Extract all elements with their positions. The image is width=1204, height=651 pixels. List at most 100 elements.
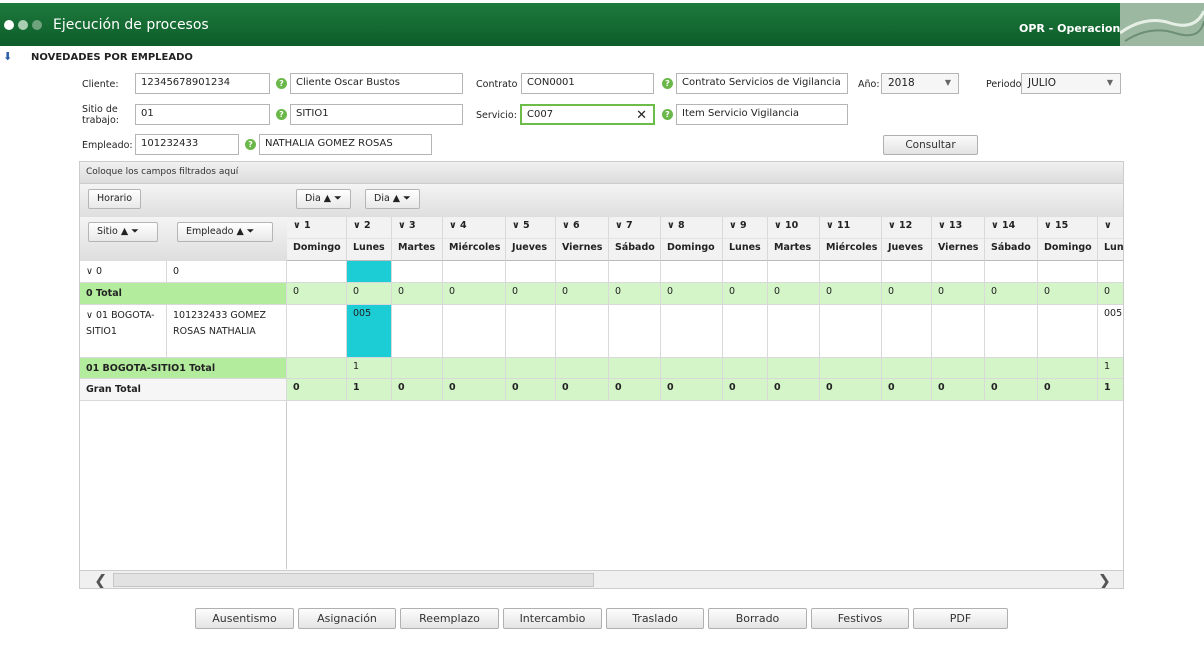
pivot-cell[interactable] <box>392 305 443 358</box>
column-day-number[interactable]: ∨ 7 <box>609 217 661 239</box>
pivot-cell[interactable]: 0 <box>932 379 985 401</box>
cliente-help-icon[interactable]: ? <box>276 78 287 89</box>
pivot-cell[interactable]: 1 <box>347 358 392 379</box>
periodo-select[interactable]: JULIO ▼ <box>1021 73 1121 94</box>
pivot-cell[interactable]: 0 <box>443 379 506 401</box>
pivot-cell[interactable] <box>768 305 820 358</box>
pivot-cell[interactable]: 1 <box>347 379 392 401</box>
pivot-cell[interactable] <box>820 358 882 379</box>
pivot-cell[interactable] <box>661 358 723 379</box>
pivot-cell[interactable] <box>287 261 347 283</box>
horario-field[interactable]: Horario <box>88 189 142 209</box>
column-day-number[interactable]: ∨ 2 <box>347 217 392 239</box>
pivot-cell[interactable]: 0 <box>1038 283 1098 305</box>
pivot-cell[interactable] <box>723 305 768 358</box>
pivot-cell[interactable]: 0 <box>609 283 661 305</box>
pivot-cell[interactable] <box>932 305 985 358</box>
borrado-button[interactable]: Borrado <box>708 608 807 629</box>
pivot-cell[interactable] <box>985 358 1038 379</box>
cliente-input[interactable]: 12345678901234 <box>135 73 270 94</box>
pivot-cell[interactable] <box>882 261 932 283</box>
pivot-cell[interactable]: 0 <box>661 283 723 305</box>
clear-icon[interactable]: ✕ <box>636 108 647 123</box>
pivot-cell[interactable]: 0 <box>985 283 1038 305</box>
dia-field-1[interactable]: Dia ▲ ⏷ <box>296 189 351 209</box>
pivot-cell[interactable] <box>723 261 768 283</box>
sitio-input[interactable]: 01 <box>135 104 270 125</box>
pivot-cell[interactable]: 0 <box>1038 379 1098 401</box>
dia-field-2[interactable]: Dia ▲ ⏷ <box>365 189 420 209</box>
pivot-cell[interactable] <box>1098 261 1123 283</box>
pivot-cell[interactable] <box>985 305 1038 358</box>
pivot-cell[interactable] <box>768 261 820 283</box>
pivot-cell[interactable]: 1 <box>1098 358 1123 379</box>
pivot-cell[interactable]: 0 <box>768 379 820 401</box>
pivot-cell[interactable]: 0 <box>820 379 882 401</box>
traslado-button[interactable]: Traslado <box>606 608 704 629</box>
pivot-cell[interactable]: 0 <box>723 283 768 305</box>
consultar-button[interactable]: Consultar <box>883 135 978 155</box>
empleado-help-icon[interactable]: ? <box>245 139 256 150</box>
column-day-number[interactable]: ∨ 11 <box>820 217 882 239</box>
pivot-cell[interactable]: 0 <box>1098 283 1123 305</box>
servicio-input[interactable]: C007 ✕ <box>520 104 655 125</box>
column-day-number[interactable]: ∨ 9 <box>723 217 768 239</box>
filter-icon[interactable]: ⏷ <box>247 226 255 237</box>
pivot-cell[interactable]: 0 <box>287 379 347 401</box>
pivot-cell[interactable]: 0 <box>347 283 392 305</box>
pivot-cell[interactable] <box>506 261 556 283</box>
pivot-cell[interactable] <box>287 358 347 379</box>
servicio-help-icon[interactable]: ? <box>662 109 673 120</box>
column-day-number[interactable]: ∨ 5 <box>506 217 556 239</box>
pdf-button[interactable]: PDF <box>913 608 1008 629</box>
pivot-cell[interactable] <box>392 261 443 283</box>
pivot-cell[interactable]: 0 <box>506 283 556 305</box>
contrato-help-icon[interactable]: ? <box>662 78 673 89</box>
column-day-number[interactable]: ∨ 1 <box>287 217 347 239</box>
pivot-cell[interactable] <box>347 261 392 283</box>
pivot-cell[interactable] <box>932 358 985 379</box>
pivot-cell[interactable]: 0 <box>392 283 443 305</box>
column-day-number[interactable]: ∨ 15 <box>1038 217 1098 239</box>
pivot-cell[interactable] <box>932 261 985 283</box>
pivot-cell[interactable] <box>1038 305 1098 358</box>
pivot-cell[interactable]: 0 <box>661 379 723 401</box>
pivot-cell[interactable] <box>609 305 661 358</box>
ausentismo-button[interactable]: Ausentismo <box>195 608 294 629</box>
pivot-cell[interactable]: 0 <box>882 379 932 401</box>
asignacion-button[interactable]: Asignación <box>298 608 396 629</box>
pivot-cell[interactable] <box>609 261 661 283</box>
sitio-help-icon[interactable]: ? <box>276 109 287 120</box>
reemplazo-button[interactable]: Reemplazo <box>400 608 499 629</box>
column-day-number[interactable]: ∨ 13 <box>932 217 985 239</box>
pivot-cell[interactable] <box>392 358 443 379</box>
pivot-cell[interactable] <box>1038 358 1098 379</box>
pivot-cell[interactable]: 0 <box>985 379 1038 401</box>
pivot-cell[interactable] <box>820 305 882 358</box>
pivot-cell[interactable]: 0 <box>392 379 443 401</box>
pivot-cell[interactable] <box>287 305 347 358</box>
column-day-number[interactable]: ∨ 12 <box>882 217 932 239</box>
filter-icon[interactable]: ⏷ <box>403 193 411 204</box>
intercambio-button[interactable]: Intercambio <box>503 608 602 629</box>
pivot-cell[interactable] <box>661 261 723 283</box>
row-header-sitio[interactable]: ∨ 0 <box>80 261 167 283</box>
pivot-cell[interactable]: 0 <box>609 379 661 401</box>
column-day-number[interactable]: ∨ 6 <box>556 217 609 239</box>
pivot-cell[interactable]: 0 <box>932 283 985 305</box>
pivot-cell[interactable]: 005 <box>347 305 392 358</box>
pivot-cell[interactable] <box>723 358 768 379</box>
row-header-sitio[interactable]: ∨ 01 BOGOTA-SITIO1 <box>80 305 167 358</box>
pivot-cell[interactable] <box>820 261 882 283</box>
pivot-cell[interactable]: 0 <box>882 283 932 305</box>
column-day-number[interactable]: ∨ <box>1098 217 1123 239</box>
empleado-field[interactable]: Empleado ▲ ⏷ <box>177 222 273 242</box>
pivot-cell[interactable]: 0 <box>506 379 556 401</box>
pivot-cell[interactable] <box>443 358 506 379</box>
column-day-number[interactable]: ∨ 10 <box>768 217 820 239</box>
pivot-cell[interactable] <box>882 305 932 358</box>
pivot-cell[interactable] <box>443 261 506 283</box>
pivot-cell[interactable] <box>443 305 506 358</box>
filter-icon[interactable]: ⏷ <box>131 226 139 237</box>
scroll-left-icon[interactable]: ❮ <box>94 571 107 588</box>
